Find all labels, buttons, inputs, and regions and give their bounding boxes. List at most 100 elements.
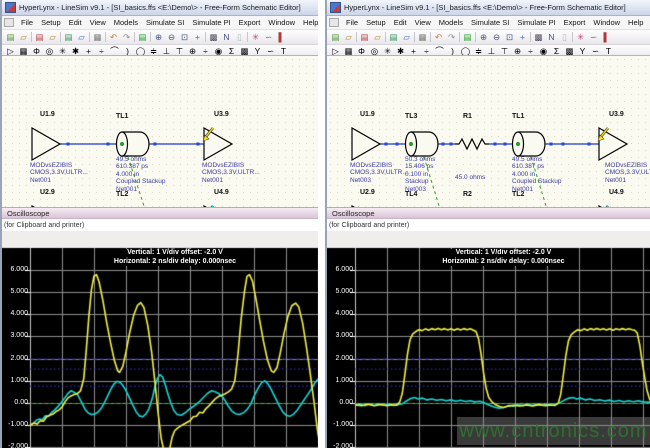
part-value-line: MODvsEZIBIS bbox=[350, 162, 408, 169]
zoom-out-button[interactable]: ⊖ bbox=[490, 31, 503, 43]
driver-symbol[interactable] bbox=[32, 128, 60, 160]
driver-symbol[interactable] bbox=[352, 128, 380, 160]
schematic-canvas[interactable]: U1.9TL3R1TL1U3.9U2.9TL4R2TL2U4.9MODvsEZI… bbox=[327, 55, 650, 208]
open-schematic-button[interactable]: ▱ bbox=[17, 31, 30, 43]
attach-scope-button[interactable]: ∽ bbox=[587, 31, 600, 43]
redo-button[interactable]: ↷ bbox=[445, 31, 458, 43]
mdi-child-icon[interactable] bbox=[4, 18, 14, 27]
print-button[interactable]: ▦ bbox=[91, 31, 104, 43]
wizard-button[interactable]: ✳ bbox=[574, 31, 587, 43]
part-value-line: Net003 bbox=[350, 177, 408, 184]
menu-models[interactable]: Models bbox=[110, 18, 142, 27]
export-page-button[interactable]: ▤ bbox=[33, 31, 46, 43]
oscilloscope-panel-titlebar[interactable]: Oscilloscope bbox=[327, 207, 650, 219]
open-schematic-button[interactable]: ▱ bbox=[342, 31, 355, 43]
menu-edit[interactable]: Edit bbox=[65, 18, 86, 27]
menu-export[interactable]: Export bbox=[235, 18, 265, 27]
save-button[interactable]: ▤ bbox=[62, 31, 75, 43]
menu-simulate-si[interactable]: Simulate SI bbox=[142, 18, 188, 27]
undo-button[interactable]: ↶ bbox=[107, 31, 120, 43]
junction-dot[interactable] bbox=[562, 143, 565, 146]
menu-file[interactable]: File bbox=[17, 18, 37, 27]
undo-button[interactable]: ↶ bbox=[432, 31, 445, 43]
zoom-in-button[interactable]: ⊕ bbox=[152, 31, 165, 43]
attach-scope-button[interactable]: ∽ bbox=[262, 31, 275, 43]
netlist-button[interactable]: N bbox=[545, 31, 558, 43]
zoom-area-button[interactable]: ⊡ bbox=[503, 31, 516, 43]
junction-dot[interactable] bbox=[504, 143, 507, 146]
y-axis-tick-label: 5.000 bbox=[2, 288, 28, 296]
new-schematic-button[interactable]: ▤ bbox=[4, 31, 17, 43]
menu-view[interactable]: View bbox=[411, 18, 435, 27]
menu-setup[interactable]: Setup bbox=[37, 18, 65, 27]
save-as-button[interactable]: ▱ bbox=[400, 31, 413, 43]
menu-view[interactable]: View bbox=[86, 18, 110, 27]
print-button[interactable]: ▦ bbox=[416, 31, 429, 43]
junction-dot[interactable] bbox=[442, 143, 445, 146]
menu-help[interactable]: Help bbox=[299, 18, 318, 27]
part-value-line: 49.5 ohms bbox=[512, 156, 562, 163]
open-recent-button[interactable]: ▱ bbox=[371, 31, 384, 43]
part-value-line: 4.000 in bbox=[512, 171, 562, 178]
oscilloscope-display: 6.0005.0004.0003.0002.0001.0000.00-1.000… bbox=[327, 247, 650, 448]
scope-horizontal-setting: Horizontal: 2 ns/div delay: 0.000nsec bbox=[114, 258, 236, 267]
part-value-line: MODvsEZIBIS bbox=[30, 162, 88, 169]
menu-simulate-pi[interactable]: Simulate PI bbox=[513, 18, 559, 27]
junction-dot[interactable] bbox=[154, 143, 157, 146]
part-value-line: 610.387 ps bbox=[512, 163, 562, 170]
open-recent-button[interactable]: ▱ bbox=[46, 31, 59, 43]
junction-dot[interactable] bbox=[197, 143, 200, 146]
y-axis-tick-label: -2.000 bbox=[327, 443, 353, 448]
menu-export[interactable]: Export bbox=[560, 18, 590, 27]
save-button[interactable]: ▤ bbox=[387, 31, 400, 43]
report-button[interactable]: ▯ bbox=[558, 31, 571, 43]
menu-models[interactable]: Models bbox=[435, 18, 467, 27]
zoom-in-button[interactable]: ⊕ bbox=[477, 31, 490, 43]
clipped-icon-button[interactable]: ▌ bbox=[275, 31, 288, 43]
oscilloscope-panel-titlebar[interactable]: Oscilloscope bbox=[2, 207, 318, 219]
report-button[interactable]: ▯ bbox=[233, 31, 246, 43]
menu-simulate-si[interactable]: Simulate SI bbox=[467, 18, 513, 27]
junction-dot[interactable] bbox=[107, 143, 110, 146]
new-schematic-button[interactable]: ▤ bbox=[329, 31, 342, 43]
menu-window[interactable]: Window bbox=[264, 18, 299, 27]
save-as-button[interactable]: ▱ bbox=[75, 31, 88, 43]
zoom-out-button[interactable]: ⊖ bbox=[165, 31, 178, 43]
junction-dot[interactable] bbox=[385, 143, 388, 146]
junction-dot[interactable] bbox=[67, 143, 70, 146]
menu-edit[interactable]: Edit bbox=[390, 18, 411, 27]
mdi-child-icon[interactable] bbox=[329, 18, 339, 27]
oscilloscope-status-text: (for Clipboard and printer) bbox=[329, 222, 409, 229]
menu-help[interactable]: Help bbox=[624, 18, 647, 27]
pan-button[interactable]: + bbox=[191, 31, 204, 43]
menu-window[interactable]: Window bbox=[589, 18, 624, 27]
export-page-button[interactable]: ▤ bbox=[358, 31, 371, 43]
schematic-canvas[interactable]: U1.9TL1U3.9U2.9TL2U4.9MODvsEZIBISCMOS,3.… bbox=[2, 55, 318, 208]
wizard-button[interactable]: ✳ bbox=[249, 31, 262, 43]
window-titlebar: HyperLynx - LineSim v9.1 - [SI_basics.ff… bbox=[327, 0, 650, 16]
menu-file[interactable]: File bbox=[342, 18, 362, 27]
scope-vertical-setting: Vertical: 1 V/div offset: -2.0 V bbox=[114, 249, 236, 258]
resistor-symbol[interactable] bbox=[455, 139, 489, 149]
zoom-area-button[interactable]: ⊡ bbox=[178, 31, 191, 43]
redo-button[interactable]: ↷ bbox=[120, 31, 133, 43]
junction-dot[interactable] bbox=[494, 143, 497, 146]
netlist-button[interactable]: N bbox=[220, 31, 233, 43]
stackup-editor-button[interactable]: ▤ bbox=[461, 31, 474, 43]
clipped-icon-button[interactable]: ▌ bbox=[600, 31, 613, 43]
junction-dot[interactable] bbox=[550, 143, 553, 146]
menu-setup[interactable]: Setup bbox=[362, 18, 390, 27]
part-value-label: MODvsEZIBISCMOS,3.3V,ULTR...Net001 bbox=[30, 162, 88, 184]
pan-button[interactable]: + bbox=[516, 31, 529, 43]
menu-simulate-pi[interactable]: Simulate PI bbox=[188, 18, 234, 27]
board-view-button[interactable]: ▩ bbox=[532, 31, 545, 43]
junction-dot[interactable] bbox=[396, 143, 399, 146]
toolbar-separator bbox=[89, 32, 90, 42]
junction-dot[interactable] bbox=[450, 143, 453, 146]
board-view-button[interactable]: ▩ bbox=[207, 31, 220, 43]
part-value-line: Net001 bbox=[512, 186, 562, 193]
junction-dot[interactable] bbox=[588, 143, 591, 146]
stackup-editor-button[interactable]: ▤ bbox=[136, 31, 149, 43]
app-window: HyperLynx - LineSim v9.1 - [SI_basics.ff… bbox=[0, 0, 318, 448]
part-ref-label: TL3 bbox=[405, 113, 417, 120]
